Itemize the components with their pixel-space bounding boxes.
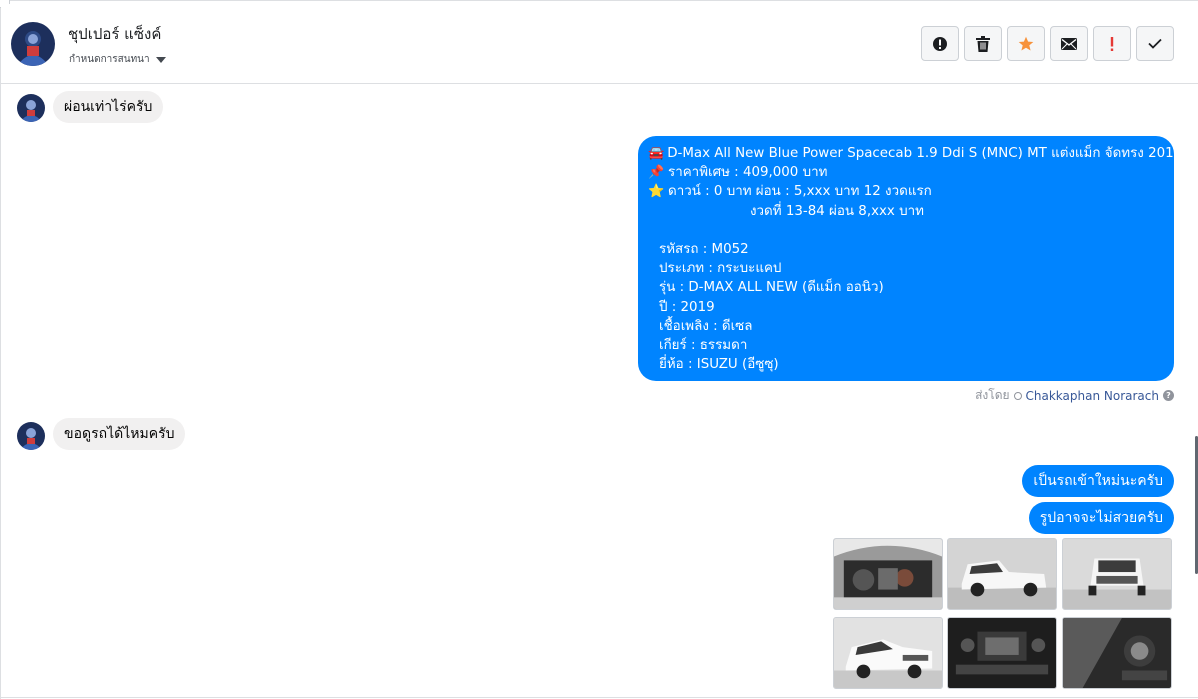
sent-by-label: ส่งโดย (975, 388, 1010, 402)
photo-engine-bay[interactable] (833, 538, 943, 610)
listing-title: D-Max All New Blue Power Spacecab 1.9 Dd… (667, 146, 1183, 161)
conversation-settings-dropdown[interactable]: กำหนดการสนทนา (69, 52, 166, 67)
photo-interior-detail[interactable] (1062, 617, 1172, 689)
incoming-message[interactable]: ผ่อนเท่าไร่ครับ (53, 91, 164, 123)
spec-type: ประเภท : กระบะแคป (659, 261, 782, 277)
sent-by-agent[interactable]: Chakkaphan Norarach (1026, 389, 1159, 403)
star-icon (1018, 36, 1034, 50)
sender-avatar[interactable] (17, 422, 45, 450)
photo-white-pickup-front[interactable] (1062, 538, 1172, 610)
mark-unread-button[interactable] (1050, 26, 1088, 61)
contact-avatar[interactable] (11, 22, 55, 66)
listing-down-payment: ดาวน์ : 0 บาท ผ่อน : 5,xxx บาท 12 งวดแรก (668, 184, 932, 200)
car-emoji-icon: 🚘 (648, 146, 665, 161)
delete-button[interactable] (964, 26, 1002, 61)
listing-title-line: 🚘 D-Max All New Blue Power Spacecab 1.9 … (648, 144, 1182, 163)
spec-fuel: เชื้อเพลิง : ดีเซล (659, 318, 753, 334)
report-button[interactable] (921, 26, 959, 61)
pushpin-emoji-icon: 📌 (648, 165, 665, 181)
help-icon[interactable]: ? (1163, 390, 1174, 401)
car-listing-message[interactable]: 🚘 D-Max All New Blue Power Spacecab 1.9 … (638, 136, 1182, 381)
spec-model: รุ่น : D-MAX ALL NEW (ดีแม็ก ออนิว) (659, 280, 884, 296)
conversation-header: ชุปเปอร์ แซ็งค์ กำหนดการสนทนา (1, 4, 1198, 84)
verified-icon (1013, 391, 1022, 400)
listing-price: ราคาพิเศษ : 409,000 บาท (668, 165, 828, 181)
incoming-message[interactable]: ขอดูรถได้ไหมครับ (53, 418, 186, 450)
exclamation-circle-icon (933, 36, 947, 51)
photo-dashboard-interior[interactable] (947, 617, 1057, 689)
trash-icon (976, 35, 990, 52)
envelope-icon (1061, 37, 1077, 50)
conversation-settings-label: กำหนดการสนทนา (69, 54, 150, 65)
important-button[interactable] (1093, 26, 1131, 61)
outgoing-message[interactable]: รูปอาจจะไม่สวยครับ (1028, 502, 1174, 534)
spec-brand: ยี่ห้อ : ISUZU (อีซูซุ) (659, 357, 779, 373)
done-button[interactable] (1136, 26, 1174, 61)
sender-avatar[interactable] (17, 94, 45, 122)
conversation-toolbar (921, 26, 1174, 61)
outgoing-message[interactable]: เป็นรถเข้าใหม่นะครับ (1022, 465, 1174, 497)
star-emoji-icon: ⭐ (648, 184, 665, 200)
contact-name[interactable]: ชุปเปอร์ แซ็งค์ (68, 22, 161, 46)
photo-white-pickup-angle[interactable] (833, 617, 943, 689)
spec-year: ปี : 2019 (659, 299, 715, 315)
caret-down-icon (155, 56, 166, 63)
checkmark-icon (1148, 38, 1162, 49)
exclamation-mark-icon (1110, 36, 1114, 51)
spec-gear: เกียร์ : ธรรมดา (659, 338, 748, 354)
photo-white-pickup-side[interactable] (947, 538, 1057, 610)
listing-price-line: 📌 ราคาพิเศษ : 409,000 บาท (648, 163, 1164, 182)
sent-by-info: ส่งโดย Chakkaphan Norarach ? (975, 386, 1174, 405)
listing-down-line: ⭐ ดาวน์ : 0 บาท ผ่อน : 5,xxx บาท 12 งวดแ… (648, 182, 1164, 201)
listing-installment: งวดที่ 13-84 ผ่อน 8,xxx บาท (750, 203, 924, 219)
composer-divider (0, 697, 1198, 698)
spec-code: รหัสรถ : M052 (659, 242, 749, 257)
star-button[interactable] (1007, 26, 1045, 61)
